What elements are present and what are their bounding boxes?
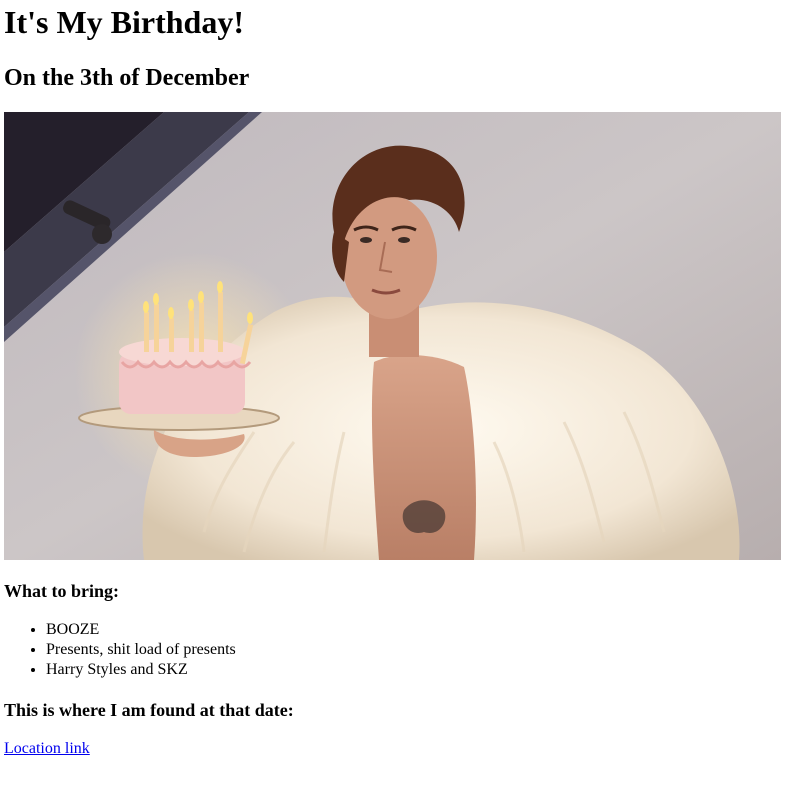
bring-heading: What to bring: bbox=[4, 581, 120, 601]
page-subtitle: On the 3th of December bbox=[4, 65, 250, 91]
page-body: It's My Birthday! On the 3th of December bbox=[0, 0, 791, 759]
where-heading: This is where I am found at that date: bbox=[4, 700, 294, 720]
bring-list: BOOZE Presents, shit load of presents Ha… bbox=[4, 620, 783, 680]
list-item: BOOZE bbox=[46, 620, 783, 640]
birthday-photo-illustration bbox=[4, 112, 781, 560]
list-item: Presents, shit load of presents bbox=[46, 640, 783, 660]
location-link[interactable]: Location link bbox=[4, 739, 90, 759]
page-title: It's My Birthday! bbox=[4, 4, 244, 40]
birthday-photo bbox=[4, 112, 781, 560]
list-item: Harry Styles and SKZ bbox=[46, 660, 783, 680]
